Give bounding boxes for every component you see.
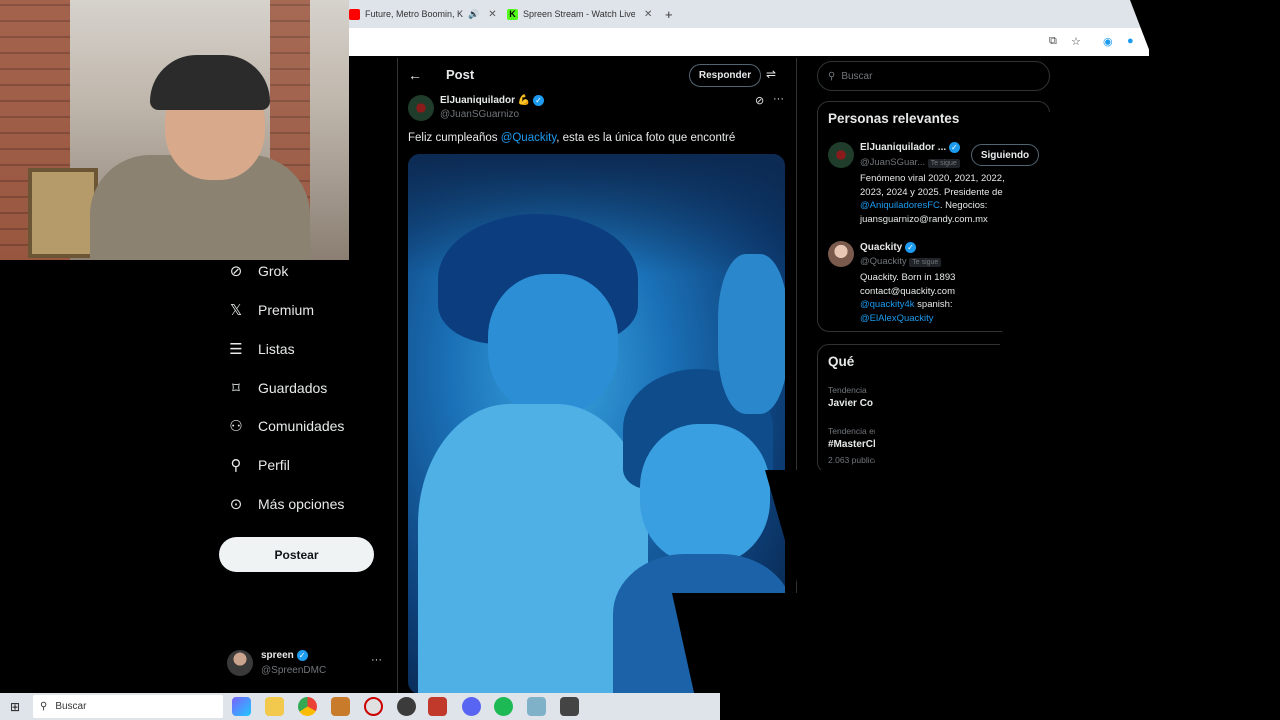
discord-icon[interactable] bbox=[462, 697, 481, 716]
search-icon: ⚲ bbox=[40, 701, 48, 712]
overlay-shard bbox=[1040, 112, 1173, 234]
calculator-icon[interactable] bbox=[560, 697, 579, 716]
overlay-shard bbox=[672, 470, 900, 720]
taskbar: ⊞ ⚲ Buscar bbox=[0, 693, 720, 720]
taskbar-search-input[interactable]: ⚲ Buscar bbox=[33, 695, 223, 718]
stream-transition-overlay bbox=[672, 0, 1280, 720]
overlay-shard bbox=[880, 234, 1280, 720]
file-explorer-icon[interactable] bbox=[265, 697, 284, 716]
windows-start-icon[interactable]: ⊞ bbox=[10, 700, 20, 714]
app-icon[interactable] bbox=[331, 697, 350, 716]
app-icon[interactable] bbox=[364, 697, 383, 716]
search-placeholder: Buscar bbox=[55, 701, 87, 712]
obs-icon[interactable] bbox=[397, 697, 416, 716]
spotify-icon[interactable] bbox=[494, 697, 513, 716]
app-icon[interactable] bbox=[428, 697, 447, 716]
app-icon[interactable] bbox=[527, 697, 546, 716]
chrome-icon[interactable] bbox=[298, 697, 317, 716]
copilot-icon[interactable] bbox=[232, 697, 251, 716]
